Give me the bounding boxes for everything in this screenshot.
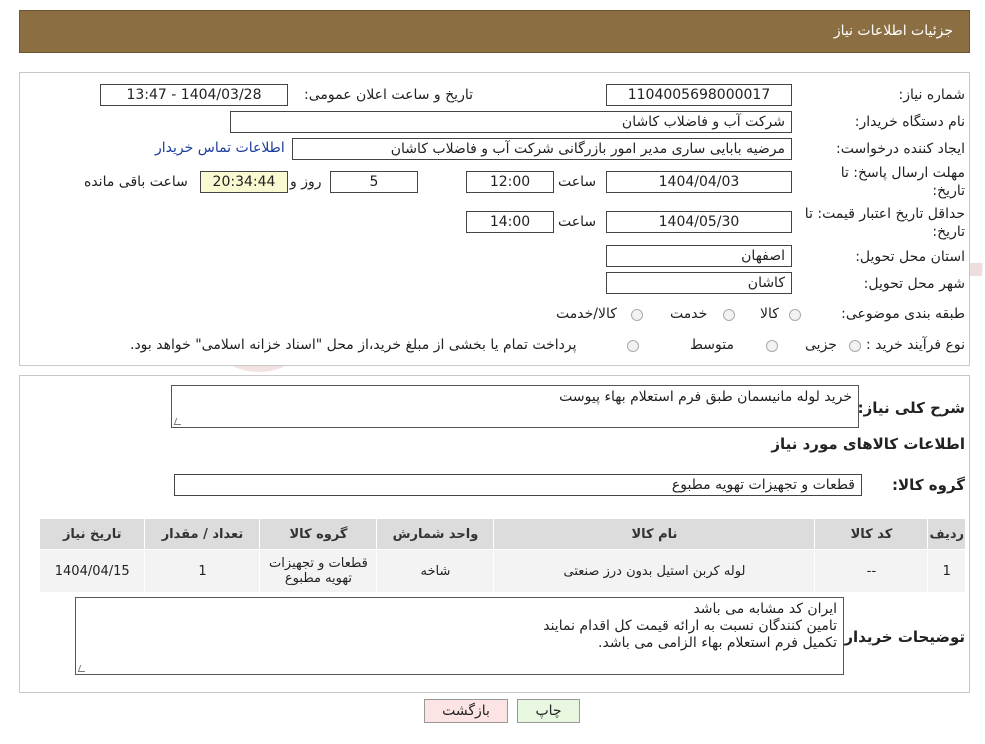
- category-both-radio[interactable]: [631, 309, 643, 321]
- col-date: تاریخ نیاز: [38, 518, 146, 550]
- purchase-medium-radio[interactable]: [766, 340, 778, 352]
- purchase-type-label: نوع فرآیند خرید :: [866, 337, 965, 353]
- col-row: ردیف: [927, 518, 966, 550]
- contact-buyer-link[interactable]: اطلاعات تماس خریدار: [155, 140, 285, 156]
- buyer-org-field: شرکت آب و فاضلاب کاشان: [230, 111, 792, 133]
- category-both-label: کالا/خدمت: [556, 306, 617, 322]
- table-header-row: ردیف کد کالا نام کالا واحد شمارش گروه کا…: [38, 518, 966, 550]
- city-label: شهر محل تحویل:: [863, 276, 965, 292]
- province-label: استان محل تحویل:: [855, 249, 965, 265]
- page-header: جزئیات اطلاعات نیاز: [19, 10, 970, 53]
- items-title: اطلاعات کالاهای مورد نیاز: [771, 435, 965, 453]
- creator-label: ایجاد کننده درخواست:: [836, 141, 965, 157]
- items-table: ردیف کد کالا نام کالا واحد شمارش گروه کا…: [38, 518, 966, 593]
- group-field: قطعات و تجهیزات تهویه مطبوع: [174, 474, 862, 496]
- page-title: جزئیات اطلاعات نیاز: [833, 23, 953, 39]
- province-field: اصفهان: [606, 245, 792, 267]
- col-code: کد کالا: [814, 518, 929, 550]
- resize-grip-icon[interactable]: [77, 665, 88, 672]
- remaining-label: ساعت باقی مانده: [84, 174, 188, 190]
- col-group: گروه کالا: [259, 518, 378, 550]
- cell-group: قطعات و تجهیزات تهویه مطبوع: [259, 549, 378, 593]
- table-row: 1 -- لوله کربن استیل بدون درز صنعتی شاخه…: [38, 549, 966, 593]
- purchase-note: پرداخت تمام یا بخشی از مبلغ خرید،از محل …: [130, 337, 577, 353]
- need-number-field: 1104005698000017: [606, 84, 792, 106]
- deadline-label: مهلت ارسال پاسخ: تا: [840, 165, 965, 181]
- col-unit: واحد شمارش: [376, 518, 495, 550]
- category-goods-radio[interactable]: [789, 309, 801, 321]
- summary-label: شرح کلی نیاز:: [857, 399, 965, 417]
- validity-time-label: ساعت: [558, 214, 597, 230]
- cell-row: 1: [927, 549, 966, 593]
- col-name: نام کالا: [493, 518, 816, 550]
- category-goods-label: کالا: [760, 306, 779, 322]
- deadline-time-label: ساعت: [558, 174, 597, 190]
- deadline-time-field: 12:00: [466, 171, 554, 193]
- announce-label: تاریخ و ساعت اعلان عمومی:: [304, 87, 473, 103]
- remaining-time-field: 20:34:44: [200, 171, 288, 193]
- validity-time-field: 14:00: [466, 211, 554, 233]
- purchase-minor-label: جزیی: [805, 337, 837, 353]
- validity-label: حداقل تاریخ اعتبار قیمت: تا: [804, 206, 965, 222]
- need-number-label: شماره نیاز:: [898, 87, 966, 103]
- validity-date-field: 1404/05/30: [606, 211, 792, 233]
- summary-text: خرید لوله مانیسمان طبق فرم استعلام بهاء …: [559, 389, 852, 405]
- group-label: گروه کالا:: [892, 476, 965, 494]
- purchase-medium-label: متوسط: [690, 337, 734, 353]
- purchase-treasury-radio[interactable]: [627, 340, 639, 352]
- buyer-org-label: نام دستگاه خریدار:: [854, 114, 965, 130]
- buyer-note-line: تامین کنندگان نسبت به ارائه قیمت کل اقدا…: [543, 618, 837, 634]
- buyer-notes-textarea[interactable]: ایران کد مشابه می باشد تامین کنندگان نسب…: [75, 597, 844, 675]
- category-service-radio[interactable]: [723, 309, 735, 321]
- print-button[interactable]: چاپ: [517, 699, 580, 723]
- cell-qty: 1: [144, 549, 261, 593]
- cell-unit: شاخه: [376, 549, 495, 593]
- city-field: کاشان: [606, 272, 792, 294]
- purchase-minor-radio[interactable]: [849, 340, 861, 352]
- cell-name: لوله کربن استیل بدون درز صنعتی: [493, 549, 816, 593]
- cell-code: --: [814, 549, 929, 593]
- buyer-notes-label: توضیحات خریدار:: [838, 628, 965, 646]
- cell-date: 1404/04/15: [38, 549, 146, 593]
- summary-textarea[interactable]: خرید لوله مانیسمان طبق فرم استعلام بهاء …: [171, 385, 859, 428]
- col-qty: تعداد / مقدار: [144, 518, 261, 550]
- category-label: طبقه بندی موضوعی:: [841, 306, 965, 322]
- days-label: روز و: [290, 174, 322, 190]
- creator-field: مرضیه بابایی ساری مدیر امور بازرگانی شرک…: [292, 138, 792, 160]
- days-field: 5: [330, 171, 418, 193]
- back-button[interactable]: بازگشت: [424, 699, 508, 723]
- resize-grip-icon[interactable]: [173, 418, 184, 425]
- announce-field: 1404/03/28 - 13:47: [100, 84, 288, 106]
- buyer-note-line: تکمیل فرم استعلام بهاء الزامی می باشد.: [598, 635, 837, 651]
- category-service-label: خدمت: [670, 306, 708, 322]
- deadline-date-field: 1404/04/03: [606, 171, 792, 193]
- deadline-label-2: تاریخ:: [932, 183, 965, 199]
- validity-label-2: تاریخ:: [932, 224, 965, 240]
- buyer-note-line: ایران کد مشابه می باشد: [693, 601, 837, 617]
